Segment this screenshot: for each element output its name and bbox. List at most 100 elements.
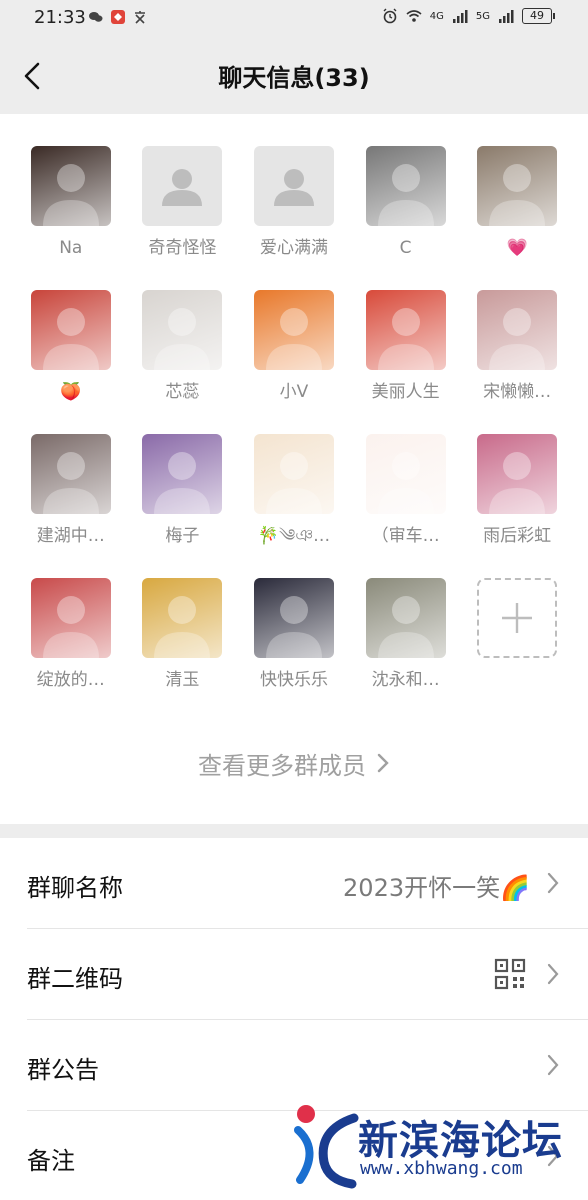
photo-avatar-icon: [154, 308, 211, 370]
view-more-members-link[interactable]: 查看更多群成员: [0, 746, 588, 781]
member-avatar[interactable]: [30, 290, 111, 370]
photo-avatar-icon: [42, 596, 99, 658]
group-name-label: 群聊名称: [27, 874, 123, 902]
member-name: 爱心满满: [259, 238, 328, 258]
member-avatar[interactable]: [477, 434, 558, 514]
member-avatar[interactable]: [142, 434, 223, 514]
member-item[interactable]: 建湖中…: [15, 434, 127, 548]
add-member-item[interactable]: [461, 578, 573, 692]
member-name: 快快乐乐: [259, 670, 328, 690]
member-name: 🍑: [60, 382, 82, 402]
photo-avatar-icon: [265, 308, 322, 370]
photo-avatar-icon: [265, 596, 322, 658]
member-name: C: [399, 238, 412, 258]
member-avatar[interactable]: [142, 578, 223, 658]
photo-avatar-icon: [489, 308, 546, 370]
nav-bar: 聊天信息(33): [0, 36, 588, 114]
chevron-right-icon: [547, 872, 559, 894]
member-item[interactable]: Na: [15, 146, 127, 260]
member-item[interactable]: C: [350, 146, 462, 260]
group-name-value: 2023开怀一笑🌈: [343, 874, 530, 902]
member-name: 绽放的…: [36, 670, 105, 690]
member-name: 芯蕊: [165, 382, 200, 402]
text-app-icon: [135, 11, 145, 24]
group-qr-label: 群二维码: [27, 965, 123, 993]
member-item[interactable]: 清玉: [127, 578, 239, 692]
status-bar: 21:33 4G 5G 49: [0, 0, 588, 36]
wifi-icon: [406, 10, 422, 22]
battery-indicator: 49: [522, 8, 555, 24]
status-indicators: 4G 5G 49: [382, 8, 555, 24]
member-avatar[interactable]: [253, 578, 334, 658]
status-time: 21:33: [34, 7, 86, 28]
member-item[interactable]: 沈永和…: [350, 578, 462, 692]
photo-avatar-icon: [377, 452, 434, 514]
member-avatar[interactable]: [30, 434, 111, 514]
member-avatar[interactable]: [477, 146, 558, 226]
member-item[interactable]: 🍑: [15, 290, 127, 404]
photo-avatar-icon: [42, 164, 99, 226]
member-avatar[interactable]: [477, 290, 558, 370]
member-avatar[interactable]: [253, 434, 334, 514]
photo-avatar-icon: [377, 308, 434, 370]
group-qr-row[interactable]: 群二维码: [0, 929, 588, 1020]
member-avatar[interactable]: [142, 290, 223, 370]
photo-avatar-icon: [377, 164, 434, 226]
member-item[interactable]: 💗: [461, 146, 573, 260]
members-panel: Na 奇奇怪怪 爱心满满 C 💗 🍑 芯蕊 小V 美丽人生 宋懒懒… 建湖中… 梅子 🎋༄ঞ… （审车… 雨…: [0, 114, 588, 824]
photo-avatar-icon: [265, 452, 322, 514]
add-member-button[interactable]: [477, 578, 558, 658]
app-badge-icon: [111, 10, 125, 24]
member-name: 宋懒懒…: [483, 382, 552, 402]
group-name-row[interactable]: 群聊名称 2023开怀一笑🌈: [0, 838, 588, 929]
member-item[interactable]: 雨后彩虹: [461, 434, 573, 548]
member-item[interactable]: （审车…: [350, 434, 462, 548]
group-notice-row[interactable]: 群公告: [0, 1020, 588, 1111]
photo-avatar-icon: [42, 308, 99, 370]
signal-icon-2: [499, 10, 514, 23]
member-item[interactable]: 美丽人生: [350, 290, 462, 404]
member-name: 建湖中…: [36, 526, 105, 546]
member-avatar[interactable]: [142, 146, 223, 226]
member-avatar[interactable]: [365, 146, 446, 226]
chevron-right-icon: [376, 752, 390, 780]
member-name: Na: [59, 238, 83, 258]
member-name: 💗: [506, 238, 528, 258]
member-avatar[interactable]: [30, 578, 111, 658]
page-title: 聊天信息(33): [218, 64, 370, 92]
member-avatar[interactable]: [365, 434, 446, 514]
member-avatar[interactable]: [365, 290, 446, 370]
member-name: 清玉: [165, 670, 200, 690]
member-item[interactable]: 爱心满满: [238, 146, 350, 260]
view-more-label: 查看更多群成员: [198, 752, 366, 780]
member-item[interactable]: 小V: [238, 290, 350, 404]
photo-avatar-icon: [154, 596, 211, 658]
member-avatar[interactable]: [30, 146, 111, 226]
member-item[interactable]: 绽放的…: [15, 578, 127, 692]
member-item[interactable]: 奇奇怪怪: [127, 146, 239, 260]
member-item[interactable]: 快快乐乐: [238, 578, 350, 692]
member-name: 奇奇怪怪: [148, 238, 217, 258]
member-item[interactable]: 🎋༄ঞ…: [238, 434, 350, 548]
member-name: 雨后彩虹: [483, 526, 552, 546]
photo-avatar-icon: [489, 452, 546, 514]
group-notice-label: 群公告: [27, 1056, 99, 1084]
member-name: 梅子: [165, 526, 200, 546]
notification-icons: [88, 9, 148, 25]
chevron-right-icon: [547, 1054, 559, 1076]
member-item[interactable]: 梅子: [127, 434, 239, 548]
watermark-url: www.xbhwang.com: [360, 1158, 523, 1179]
member-avatar[interactable]: [253, 290, 334, 370]
member-avatar[interactable]: [365, 578, 446, 658]
member-avatar[interactable]: [253, 146, 334, 226]
remark-label: 备注: [27, 1147, 75, 1175]
photo-avatar-icon: [154, 452, 211, 514]
member-name: 小V: [279, 382, 309, 402]
alarm-icon: [383, 8, 397, 24]
photo-avatar-icon: [42, 452, 99, 514]
photo-avatar-icon: [377, 596, 434, 658]
member-item[interactable]: 芯蕊: [127, 290, 239, 404]
member-item[interactable]: 宋懒懒…: [461, 290, 573, 404]
photo-avatar-icon: [489, 164, 546, 226]
plus-icon: [502, 603, 533, 633]
